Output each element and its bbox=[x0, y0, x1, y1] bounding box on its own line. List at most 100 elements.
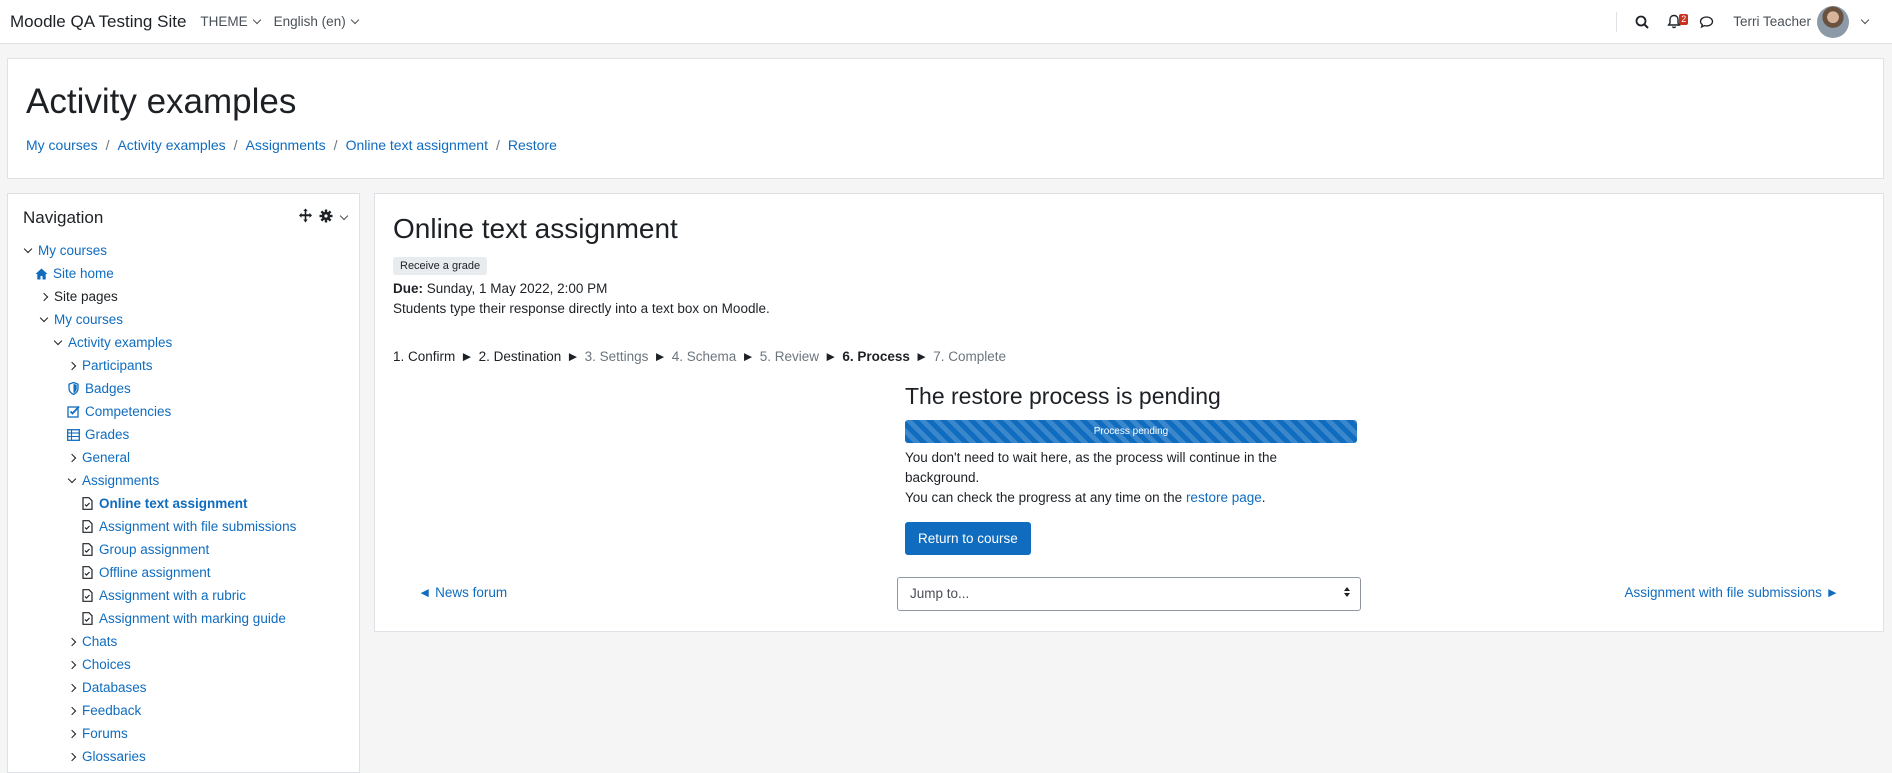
tree-item-participants[interactable]: Participants bbox=[8, 354, 359, 377]
pending-line-2: You can check the progress at any time o… bbox=[905, 488, 1305, 508]
tree-item-label: Online text assignment bbox=[99, 496, 248, 511]
tree-item-assignments[interactable]: Assignments bbox=[8, 469, 359, 492]
step-separator: ► bbox=[460, 349, 474, 364]
chevron-down-icon bbox=[38, 313, 50, 322]
assignment-icon bbox=[80, 612, 94, 625]
step-process: 6. Process bbox=[842, 349, 910, 364]
chevron-down-icon bbox=[252, 15, 261, 25]
tree-item-assignment-file-submissions[interactable]: Assignment with file submissions bbox=[8, 515, 359, 538]
pending-line-1: You don't need to wait here, as the proc… bbox=[905, 450, 1278, 485]
shield-icon bbox=[66, 382, 80, 395]
tree-item-activity-examples[interactable]: Activity examples bbox=[8, 331, 359, 354]
tree-item-badges[interactable]: Badges bbox=[8, 377, 359, 400]
language-menu[interactable]: English (en) bbox=[273, 14, 359, 29]
tree-item-general[interactable]: General bbox=[8, 446, 359, 469]
grade-badge: Receive a grade bbox=[393, 257, 488, 275]
move-icon[interactable] bbox=[298, 208, 313, 226]
avatar[interactable] bbox=[1817, 5, 1849, 38]
breadcrumb-separator: / bbox=[495, 137, 500, 153]
previous-activity-link[interactable]: ◄ News forum bbox=[418, 585, 507, 600]
breadcrumb-assignments[interactable]: Assignments bbox=[246, 137, 326, 153]
tree-item-assignment-rubric[interactable]: Assignment with a rubric bbox=[8, 584, 359, 607]
restore-page-link[interactable]: restore page bbox=[1186, 490, 1262, 505]
chevron-down-icon bbox=[52, 336, 64, 345]
step-separator: ► bbox=[914, 349, 929, 364]
block-controls bbox=[298, 208, 349, 226]
tree-item-my-courses-sub[interactable]: My courses bbox=[8, 308, 359, 331]
breadcrumb-restore[interactable]: Restore bbox=[508, 137, 557, 153]
gear-icon[interactable] bbox=[319, 209, 333, 226]
tree-item-label: Grades bbox=[85, 427, 130, 442]
checkbox-icon bbox=[66, 405, 80, 418]
tree-item-chats[interactable]: Chats bbox=[8, 630, 359, 653]
tree-item-online-text-assignment[interactable]: Online text assignment bbox=[8, 492, 359, 515]
chevron-right-icon bbox=[38, 292, 50, 301]
next-activity-link[interactable]: Assignment with file submissions ► bbox=[1625, 585, 1839, 600]
step-schema: 4. Schema bbox=[671, 349, 737, 364]
theme-menu[interactable]: THEME bbox=[200, 14, 261, 29]
tree-item-databases[interactable]: Databases bbox=[8, 676, 359, 699]
return-to-course-button[interactable]: Return to course bbox=[905, 522, 1031, 555]
navigation-block-title: Navigation bbox=[23, 208, 104, 227]
step-settings: 3. Settings bbox=[584, 349, 649, 364]
tree-item-label: Offline assignment bbox=[99, 565, 211, 580]
chevron-right-icon bbox=[66, 361, 78, 370]
breadcrumb-separator: / bbox=[333, 137, 338, 153]
assignment-icon bbox=[80, 497, 94, 510]
search-icon[interactable] bbox=[1629, 9, 1655, 35]
tree-item-label: My courses bbox=[38, 243, 108, 258]
tree-item-label: Site pages bbox=[54, 289, 118, 304]
tree-item-site-pages[interactable]: Site pages bbox=[8, 285, 359, 308]
user-name[interactable]: Terri Teacher bbox=[1733, 14, 1811, 29]
tree-item-label: Assignment with file submissions bbox=[99, 519, 297, 534]
tree-item-label: Glossaries bbox=[82, 749, 146, 764]
navigation-block: Navigation My courses Site home Site pag… bbox=[7, 193, 360, 773]
navigation-tree: My courses Site home Site pages My cours… bbox=[8, 239, 359, 768]
breadcrumb-activity-examples[interactable]: Activity examples bbox=[117, 137, 225, 153]
chevron-down-icon bbox=[66, 474, 78, 483]
tree-item-site-home[interactable]: Site home bbox=[8, 262, 359, 285]
due-date: Due: Sunday, 1 May 2022, 2:00 PM bbox=[393, 281, 607, 296]
page-title: Activity examples bbox=[26, 82, 297, 121]
jump-to-select[interactable]: Jump to... bbox=[897, 577, 1361, 611]
language-menu-label: English (en) bbox=[273, 14, 346, 29]
due-value: Sunday, 1 May 2022, 2:00 PM bbox=[426, 281, 608, 296]
assignment-icon bbox=[80, 543, 94, 556]
tree-item-offline-assignment[interactable]: Offline assignment bbox=[8, 561, 359, 584]
tree-item-competencies[interactable]: Competencies bbox=[8, 400, 359, 423]
breadcrumb-online-text-assignment[interactable]: Online text assignment bbox=[346, 137, 488, 153]
tree-item-label: General bbox=[82, 450, 131, 465]
assignment-icon bbox=[80, 566, 94, 579]
chevron-down-icon[interactable] bbox=[339, 211, 349, 220]
jump-to-value: Jump to... bbox=[910, 586, 970, 601]
tree-item-label: Choices bbox=[82, 657, 131, 672]
chevron-right-icon bbox=[66, 637, 78, 646]
divider bbox=[1616, 11, 1618, 32]
pending-message: You don't need to wait here, as the proc… bbox=[905, 448, 1305, 508]
chevron-right-icon bbox=[66, 683, 78, 692]
breadcrumb-my-courses[interactable]: My courses bbox=[26, 137, 98, 153]
user-menu-chevron-down-icon[interactable] bbox=[1860, 15, 1870, 25]
tree-item-group-assignment[interactable]: Group assignment bbox=[8, 538, 359, 561]
tree-item-forums[interactable]: Forums bbox=[8, 722, 359, 745]
tree-item-grades[interactable]: Grades bbox=[8, 423, 359, 446]
step-separator: ► bbox=[566, 349, 580, 364]
top-navbar: Moodle QA Testing Site THEME English (en… bbox=[0, 0, 1892, 44]
tree-item-choices[interactable]: Choices bbox=[8, 653, 359, 676]
chevron-right-icon bbox=[66, 729, 78, 738]
bell-icon[interactable]: 2 bbox=[1661, 9, 1689, 35]
pending-line-2-prefix: You can check the progress at any time o… bbox=[905, 490, 1183, 505]
breadcrumb-separator: / bbox=[233, 137, 238, 153]
step-review: 5. Review bbox=[759, 349, 819, 364]
site-name[interactable]: Moodle QA Testing Site bbox=[10, 12, 186, 32]
tree-item-feedback[interactable]: Feedback bbox=[8, 699, 359, 722]
tree-item-my-courses[interactable]: My courses bbox=[8, 239, 359, 262]
tree-item-label: Forums bbox=[82, 726, 128, 741]
tree-item-label: Databases bbox=[82, 680, 147, 695]
message-icon[interactable] bbox=[1693, 9, 1719, 35]
tree-item-assignment-marking-guide[interactable]: Assignment with marking guide bbox=[8, 607, 359, 630]
tree-item-label: Activity examples bbox=[68, 335, 173, 350]
pending-line-2-suffix: . bbox=[1261, 490, 1266, 505]
tree-item-label: Chats bbox=[82, 634, 118, 649]
step-confirm: 1. Confirm bbox=[393, 349, 456, 364]
